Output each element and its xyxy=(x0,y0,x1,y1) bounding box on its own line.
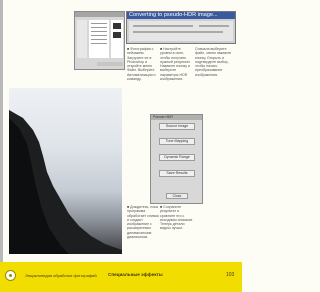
file-browser-screenshot xyxy=(74,11,125,70)
text-column: ■ Сохраните результат и сравните его с и… xyxy=(160,205,193,231)
file-row xyxy=(91,43,107,44)
file-browser-titlebar xyxy=(75,12,124,17)
book-title: Энциклопедия обработки фотографий xyxy=(25,273,97,278)
tone-mapping-button[interactable]: Tone Mapping xyxy=(159,138,195,145)
hdr-window-screenshot: Converting to pseudo-HDR image... xyxy=(126,11,236,44)
source-image-button[interactable]: Source Image xyxy=(159,123,195,130)
text-column: ■ Фотография с пейзажем. Загрузите ее в … xyxy=(127,47,156,82)
file-row xyxy=(91,31,107,32)
section-title: Специальные эффекты xyxy=(108,272,163,277)
progress-bar xyxy=(133,31,223,33)
dynamic-range-button[interactable]: Dynamic Range xyxy=(159,154,195,161)
progress-bar xyxy=(199,25,229,27)
cd-icon xyxy=(5,270,16,281)
dialog-title: Pseudo HDR xyxy=(151,115,202,120)
file-browser-sidebar xyxy=(77,20,87,58)
progress-bar xyxy=(133,25,193,27)
close-button[interactable]: Close xyxy=(166,193,188,199)
page-edge-strip xyxy=(0,0,3,262)
file-browser-preview xyxy=(111,20,123,58)
page: Converting to pseudo-HDR image... ■ Фото… xyxy=(0,0,242,292)
hdr-window-body xyxy=(129,21,233,41)
text-column: ■ Дождитесь, пока программа обработает с… xyxy=(127,205,159,240)
file-row xyxy=(91,35,107,36)
text-column: Сначала выберите файл, затем нажмите кно… xyxy=(195,47,232,77)
file-row xyxy=(91,39,107,40)
text-column: ■ Настройте уровни в окне, чтобы получит… xyxy=(160,47,191,82)
landscape-photo xyxy=(9,88,122,254)
file-browser-list xyxy=(89,20,109,58)
page-number: 103 xyxy=(226,272,235,278)
page-footer: Энциклопедия обработки фотографий Специа… xyxy=(0,262,242,292)
file-row xyxy=(91,23,107,24)
thumbnail xyxy=(113,23,121,29)
hdr-dialog: Pseudo HDR Source Image Tone Mapping Dyn… xyxy=(150,114,203,204)
save-results-button[interactable]: Save Results xyxy=(159,170,195,177)
file-browser-buttons xyxy=(97,62,123,66)
hdr-window-title: Converting to pseudo-HDR image... xyxy=(127,12,235,19)
file-row xyxy=(91,27,107,28)
thumbnail xyxy=(113,32,121,38)
